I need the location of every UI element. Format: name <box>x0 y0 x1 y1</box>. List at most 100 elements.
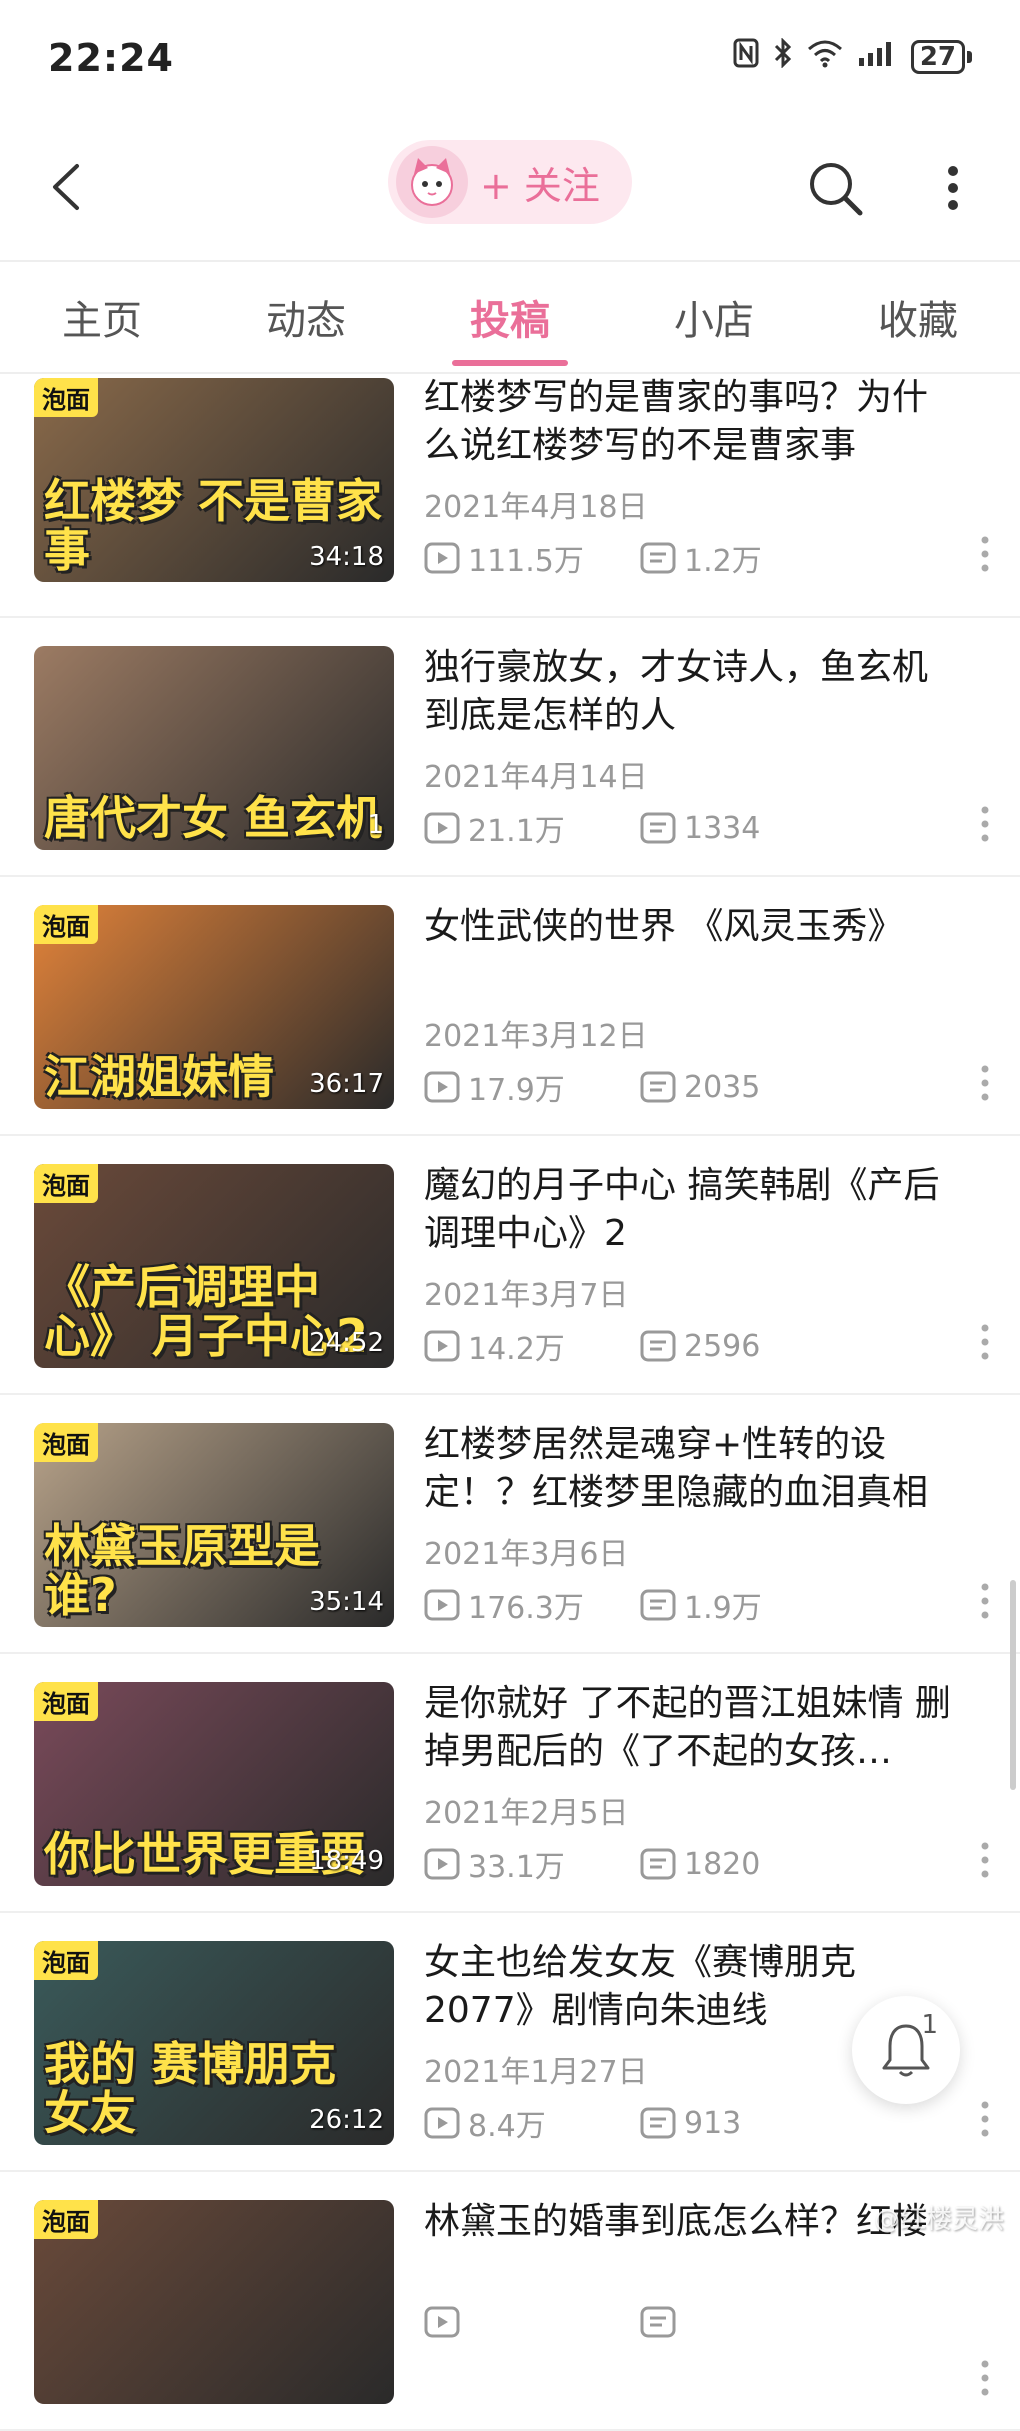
tab-home[interactable]: 主页 <box>0 262 204 372</box>
comment-count-value: 2035 <box>684 1070 760 1105</box>
item-more-button[interactable] <box>970 1830 1000 1890</box>
video-duration: 35:14 <box>309 1587 384 1617</box>
signal-icon <box>857 38 897 76</box>
video-title[interactable]: 女性武侠的世界 《风灵玉秀》 <box>424 903 960 999</box>
back-button[interactable] <box>36 152 96 222</box>
video-stats: 111.5万 1.2万 <box>424 536 960 580</box>
thumbnail-badge: 泡面 <box>34 1423 98 1462</box>
video-info: 红楼梦居然是魂穿+性转的设定！？红楼梦里隐藏的血泪真相2021年3月6日176.… <box>424 1421 960 1627</box>
video-item[interactable]: 泡面江湖姐妹情36:17 女性武侠的世界 《风灵玉秀》 2021年3月12日 17.9… <box>0 877 1020 1136</box>
video-thumbnail[interactable]: 泡面我的 赛博朋克 女友26:12 <box>34 1941 394 2145</box>
video-item[interactable]: 泡面林黛玉原型是谁?35:14红楼梦居然是魂穿+性转的设定！？红楼梦里隐藏的血泪… <box>0 1395 1020 1654</box>
avatar <box>396 146 468 218</box>
play-icon <box>424 542 460 574</box>
bluetooth-icon <box>773 38 793 76</box>
video-item[interactable]: 唐代才女 鱼玄机1 独行豪放女，才女诗人，鱼玄机到底是怎样的人 2021年4月14日… <box>0 618 1020 877</box>
cat-mascot-icon <box>402 152 462 212</box>
video-item[interactable]: 泡面红楼梦 不是曹家事34:18红楼梦写的是曹家的事吗？为什么说红楼梦写的不是曹… <box>0 374 1020 618</box>
tab-uploads[interactable]: 投稿 <box>408 262 612 372</box>
item-more-button[interactable] <box>970 524 1000 584</box>
scrollbar[interactable] <box>1010 1580 1016 1790</box>
view-count: 8.4万 <box>424 2101 640 2145</box>
item-more-button[interactable] <box>970 2089 1000 2149</box>
comment-count: 1334 <box>640 811 760 846</box>
video-title[interactable]: 红楼梦居然是魂穿+性转的设定！？红楼梦里隐藏的血泪真相 <box>424 1421 960 1517</box>
video-title[interactable]: 是你就好 了不起的晋江姐妹情 删掉男配后的《了不起的女孩… <box>424 1680 960 1776</box>
comment-count: 1.9万 <box>640 1583 762 1627</box>
tab-favorites[interactable]: 收藏 <box>816 262 1020 372</box>
more-vertical-icon <box>981 2360 989 2396</box>
comment-icon <box>640 542 676 574</box>
follow-button[interactable]: + 关注 <box>388 140 632 224</box>
video-list: 泡面红楼梦 不是曹家事34:18红楼梦写的是曹家的事吗？为什么说红楼梦写的不是曹… <box>0 374 1020 2431</box>
tab-bar: 主页 动态 投稿 小店 收藏 <box>0 260 1020 374</box>
video-thumbnail[interactable]: 泡面 <box>34 2200 394 2404</box>
video-date: 2021年4月14日 <box>424 752 960 796</box>
video-title[interactable]: 红楼梦写的是曹家的事吗？为什么说红楼梦写的不是曹家事 <box>424 374 960 470</box>
video-item[interactable]: 泡面你比世界更重要18:49 是你就好 了不起的晋江姐妹情 删掉男配后的《了不起的… <box>0 1654 1020 1913</box>
thumbnail-badge: 泡面 <box>34 378 98 417</box>
video-date: 2021年3月7日 <box>424 1270 960 1314</box>
video-stats: 21.1万 1334 <box>424 806 960 850</box>
comment-count: 1.2万 <box>640 536 762 580</box>
tab-dynamic[interactable]: 动态 <box>204 262 408 372</box>
view-count-value: 21.1万 <box>468 806 565 850</box>
video-date: 2021年2月5日 <box>424 1788 960 1832</box>
video-info: 魔幻的月子中心 搞笑韩剧《产后调理中心》2 2021年3月7日 14.2万2596 <box>424 1162 960 1368</box>
video-date: 2021年3月12日 <box>424 1011 960 1055</box>
search-icon <box>806 159 864 217</box>
item-more-button[interactable] <box>970 794 1000 854</box>
video-info: 是你就好 了不起的晋江姐妹情 删掉男配后的《了不起的女孩…2021年2月5日33… <box>424 1680 960 1886</box>
video-duration: 26:12 <box>309 2105 384 2135</box>
video-thumbnail[interactable]: 泡面红楼梦 不是曹家事34:18 <box>34 378 394 582</box>
video-title[interactable]: 魔幻的月子中心 搞笑韩剧《产后调理中心》2 <box>424 1162 960 1258</box>
item-more-button[interactable] <box>970 1571 1000 1631</box>
comment-count-value: 1820 <box>684 1847 760 1882</box>
video-duration: 36:17 <box>309 1069 384 1099</box>
comment-count-value: 1334 <box>684 811 760 846</box>
video-duration: 1 <box>367 810 384 840</box>
thumbnail-text: 唐代才女 鱼玄机 <box>44 794 384 842</box>
video-thumbnail[interactable]: 泡面江湖姐妹情36:17 <box>34 905 394 1109</box>
video-stats: 14.2万2596 <box>424 1324 960 1368</box>
video-item[interactable]: 泡面林黛玉的婚事到底怎么样？红楼 <box>0 2172 1020 2431</box>
comment-icon <box>640 1848 676 1880</box>
video-info: 红楼梦写的是曹家的事吗？为什么说红楼梦写的不是曹家事2021年4月18日111.… <box>424 374 960 580</box>
video-item[interactable]: 泡面《产后调理中心》 月子中心224:52魔幻的月子中心 搞笑韩剧《产后调理中心… <box>0 1136 1020 1395</box>
thumbnail-badge: 泡面 <box>34 1164 98 1203</box>
item-more-button[interactable] <box>970 2348 1000 2408</box>
notification-button[interactable]: 1 <box>852 1996 960 2104</box>
video-info: 独行豪放女，才女诗人，鱼玄机到底是怎样的人 2021年4月14日 21.1万 1334 <box>424 644 960 850</box>
view-count <box>424 2306 640 2338</box>
video-thumbnail[interactable]: 泡面你比世界更重要18:49 <box>34 1682 394 1886</box>
comment-icon <box>640 1330 676 1362</box>
video-thumbnail[interactable]: 唐代才女 鱼玄机1 <box>34 646 394 850</box>
view-count-value: 111.5万 <box>468 536 584 580</box>
more-vertical-icon <box>981 1065 989 1101</box>
thumbnail-badge: 泡面 <box>34 2200 98 2239</box>
view-count: 176.3万 <box>424 1583 640 1627</box>
follow-label: + 关注 <box>480 155 600 210</box>
video-duration: 18:49 <box>309 1846 384 1876</box>
comment-count <box>640 2306 684 2338</box>
search-button[interactable] <box>800 148 870 228</box>
more-vertical-icon <box>981 1842 989 1878</box>
comment-count-value: 2596 <box>684 1329 760 1364</box>
video-title[interactable]: 独行豪放女，才女诗人，鱼玄机到底是怎样的人 <box>424 644 960 740</box>
video-stats: 8.4万 913 <box>424 2101 960 2145</box>
item-more-button[interactable] <box>970 1053 1000 1113</box>
comment-count-value: 913 <box>684 2106 741 2141</box>
play-icon <box>424 2306 460 2338</box>
item-more-button[interactable] <box>970 1312 1000 1372</box>
thumbnail-badge: 泡面 <box>34 1682 98 1721</box>
more-options-button[interactable] <box>928 148 978 228</box>
view-count: 111.5万 <box>424 536 640 580</box>
battery-level: 27 <box>911 40 965 74</box>
watermark: @红楼灵洪 <box>874 2199 1004 2236</box>
comment-icon <box>640 2306 676 2338</box>
video-thumbnail[interactable]: 泡面林黛玉原型是谁?35:14 <box>34 1423 394 1627</box>
battery-indicator: 27 <box>911 40 972 74</box>
view-count: 17.9万 <box>424 1065 640 1109</box>
video-thumbnail[interactable]: 泡面《产后调理中心》 月子中心224:52 <box>34 1164 394 1368</box>
tab-shop[interactable]: 小店 <box>612 262 816 372</box>
